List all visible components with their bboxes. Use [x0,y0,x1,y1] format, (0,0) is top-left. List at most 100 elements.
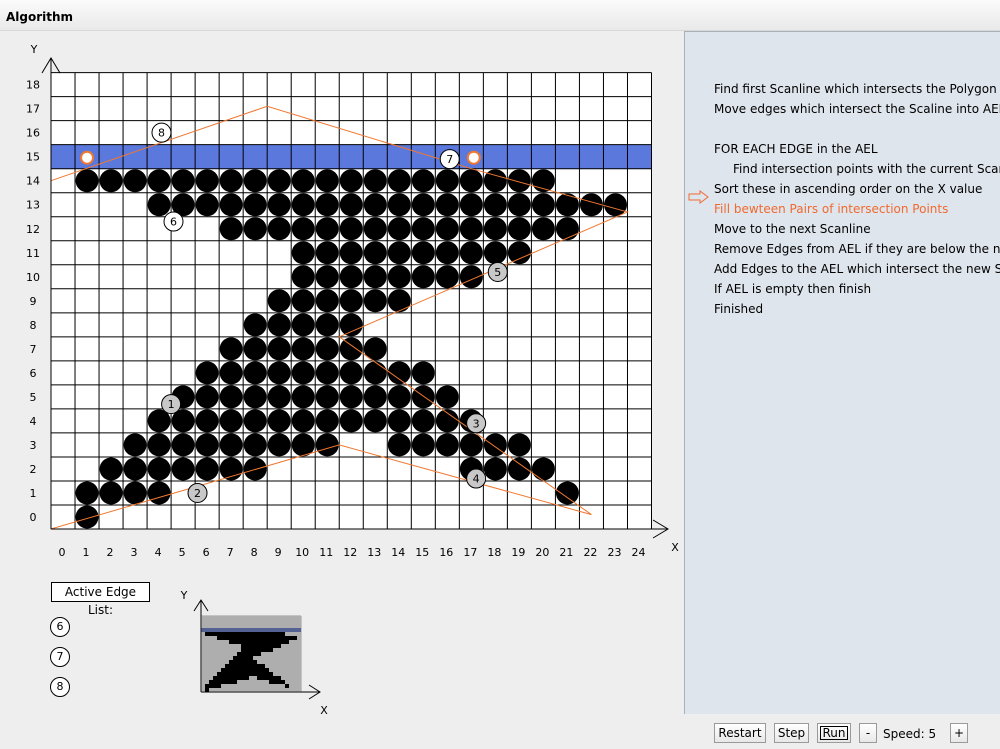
filled-pixel [459,169,483,193]
filled-pixel [363,385,387,409]
filled-pixel [363,193,387,217]
filled-pixel [579,193,603,217]
filled-pixel [435,433,459,457]
filled-pixel [315,313,339,337]
x-tick-label: 1 [83,546,90,559]
x-tick-label: 16 [439,546,453,559]
y-tick-label: 12 [26,223,40,236]
filled-pixel [339,409,363,433]
filled-pixel [387,265,411,289]
filled-pixel [339,241,363,265]
x-tick-label: 11 [319,546,333,559]
filled-pixel [339,193,363,217]
filled-pixel [267,289,291,313]
thumbnail-x-label: X [320,704,328,717]
filled-pixel [507,193,531,217]
x-tick-label: 23 [607,546,621,559]
filled-pixel [411,241,435,265]
filled-pixel [75,505,99,529]
step-item: Find intersection points with the curren… [733,162,1000,176]
filled-pixel [483,217,507,241]
x-tick-label: 6 [203,546,210,559]
filled-pixel [387,193,411,217]
filled-pixel [363,289,387,313]
filled-pixel [411,217,435,241]
filled-pixel [411,169,435,193]
filled-pixel [195,193,219,217]
y-tick-label: 8 [30,319,37,332]
speed-decrease-button[interactable]: - [859,723,877,743]
filled-pixel [555,217,579,241]
filled-pixel [387,433,411,457]
x-tick-label: 10 [295,546,309,559]
filled-pixel [219,169,243,193]
filled-pixel [195,433,219,457]
filled-pixel [291,385,315,409]
filled-pixel [339,313,363,337]
filled-pixel [315,361,339,385]
filled-pixel [435,385,459,409]
y-tick-label: 0 [30,511,37,524]
filled-pixel [195,409,219,433]
filled-pixel [435,217,459,241]
filled-pixel [555,193,579,217]
x-tick-label: 12 [343,546,357,559]
filled-pixel [531,457,555,481]
filled-pixel [291,409,315,433]
filled-pixel [219,193,243,217]
x-tick-label: 13 [367,546,381,559]
step-item: FOR EACH EDGE in the AEL [714,142,878,156]
filled-pixel [243,409,267,433]
x-tick-label: 3 [131,546,138,559]
x-tick-label: 19 [511,546,525,559]
filled-pixel [411,385,435,409]
edge-label-number: 6 [170,216,177,229]
ael-edge-item: 6 [50,617,70,637]
filled-pixel [315,409,339,433]
filled-pixel [387,169,411,193]
filled-pixel [171,169,195,193]
filled-pixel [291,241,315,265]
filled-pixel [267,337,291,361]
edge-label-number: 8 [158,127,165,140]
filled-pixel [387,361,411,385]
filled-pixel [219,217,243,241]
filled-pixel [147,481,171,505]
y-tick-label: 10 [26,271,40,284]
filled-pixel [363,217,387,241]
filled-pixel [507,169,531,193]
step-item: Fill bewteen Pairs of intersection Point… [714,202,949,216]
speed-increase-button[interactable]: + [950,723,968,743]
filled-pixel [339,337,363,361]
edge-label-number: 3 [473,417,480,430]
x-tick-label: 5 [179,546,186,559]
filled-pixel [387,409,411,433]
y-tick-label: 4 [30,415,37,428]
filled-pixel [363,361,387,385]
restart-button[interactable]: Restart [714,723,766,743]
filled-pixel [219,433,243,457]
run-button[interactable]: Run [817,723,851,743]
filled-pixel [267,409,291,433]
filled-pixel [435,169,459,193]
filled-pixel [267,385,291,409]
y-tick-label: 15 [26,151,40,164]
edge-label-number: 4 [473,473,480,486]
x-tick-label: 8 [251,546,258,559]
filled-pixel [291,217,315,241]
filled-pixel [459,433,483,457]
y-tick-label: 18 [26,79,40,92]
step-button[interactable]: Step [774,723,809,743]
filled-pixel [219,337,243,361]
filled-pixel [123,433,147,457]
y-tick-label: 16 [26,127,40,140]
filled-pixel [483,193,507,217]
filled-pixel [507,241,531,265]
intersection-point [466,150,481,165]
y-tick-label: 14 [26,175,40,188]
active-edge-list-title: Active Edge List: [51,582,150,617]
filled-pixel [147,169,171,193]
filled-pixel [603,193,627,217]
algorithm-steps-panel: Find first Scanline which intersects the… [684,31,1000,715]
filled-pixel [315,217,339,241]
